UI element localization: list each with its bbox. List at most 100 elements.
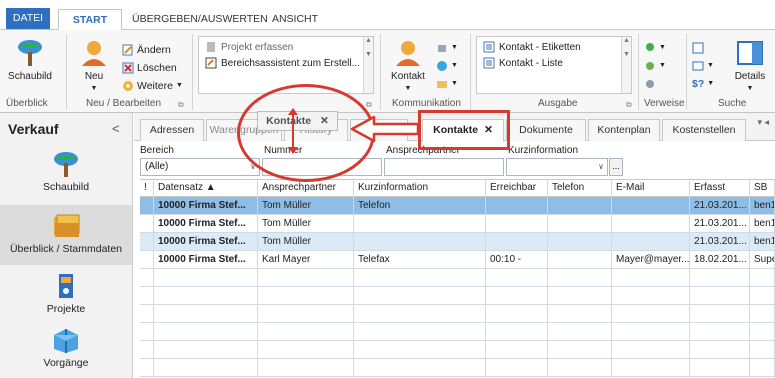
neu-person-icon (82, 41, 106, 66)
column-header-sb[interactable]: SB (750, 180, 775, 197)
sidebar-item-ueberblick-stammdaten[interactable]: Überblick / Stammdaten (0, 205, 132, 265)
gallery-scrollbar[interactable]: ▲ ▼ (363, 37, 373, 93)
column-header-erfasst[interactable]: Erfasst (690, 180, 750, 197)
tab-datei[interactable]: DATEI (6, 8, 50, 30)
neu-label: Neu (84, 71, 104, 82)
tab-uebergeben-auswerten[interactable]: ÜBERGEBEN/AUSWERTEN (132, 9, 268, 30)
schaubild-icon (54, 152, 78, 177)
ausgabe-item-etiketten[interactable]: Kontakt - Etiketten (483, 41, 581, 53)
dialog-launcher-icon[interactable]: ⧉ (626, 100, 632, 110)
cell-telefon (548, 215, 612, 233)
column-header-email[interactable]: E-Mail (612, 180, 690, 197)
schaubild-icon (18, 40, 42, 66)
cell-datensatz: 10000 Firma Stef... (154, 251, 258, 269)
sidebar-item-label: Schaubild (42, 181, 90, 193)
tree-icon (646, 43, 654, 51)
table-row[interactable]: 10000 Firma Stef... Tom Müller Telefon 2… (140, 197, 775, 215)
weitere-button[interactable]: Weitere ▼ (122, 78, 183, 94)
kommunikation-mail-button[interactable]: ▼ (436, 76, 458, 92)
cell-erfasst: 18.02.201... (690, 251, 750, 269)
details-label: Details (734, 71, 766, 82)
schnellwahl-item-label: Bereichsassistent zum Erstell... (221, 57, 360, 69)
suche-button-1[interactable] (692, 40, 704, 56)
table-row[interactable]: 10000 Firma Stef... Tom Müller 21.03.201… (140, 215, 775, 233)
schaubild-label: Schaubild (8, 71, 52, 82)
dropdown-arrow-icon: ▼ (659, 62, 666, 69)
link-icon (646, 62, 654, 70)
tab-adressen[interactable]: Adressen (140, 119, 204, 141)
cell-email (612, 197, 690, 215)
schnellwahl-item-bereichsassistent[interactable]: Bereichsassistent zum Erstell... (205, 57, 360, 69)
aendern-button[interactable]: Ändern (122, 42, 171, 58)
column-header-ansprechpartner[interactable]: Ansprechpartner (258, 180, 354, 197)
kommunikation-phone-button[interactable]: ▼ (436, 40, 458, 56)
cell-email (612, 215, 690, 233)
sidebar-item-schaubild[interactable]: Schaubild (0, 151, 132, 201)
bereich-select[interactable]: (Alle) ∨ (140, 158, 260, 176)
kommunikation-web-button[interactable]: ▼ (436, 58, 458, 74)
verweise-button-1[interactable]: ▼ (644, 40, 666, 56)
loeschen-button[interactable]: Löschen (122, 60, 177, 76)
kurzinformation-more-button[interactable]: ... (609, 158, 623, 176)
suche-button-2[interactable]: ▼ (692, 58, 714, 74)
sidebar-item-vorgaenge[interactable]: Vorgänge (0, 327, 132, 377)
cell-sb: Supe (750, 251, 775, 269)
cell-erreichbar: 00:10 - (486, 251, 548, 269)
verweise-button-2[interactable]: ▼ (644, 58, 666, 74)
group-label-ausgabe: Ausgabe (538, 98, 578, 109)
tab-overflow-icon[interactable]: ▾ ◂ (757, 117, 769, 128)
chevron-left-icon[interactable]: < (112, 121, 120, 136)
kontakt-button[interactable]: Kontakt ▼ (386, 38, 430, 93)
table-row[interactable]: 10000 Firma Stef... Karl Mayer Telefax 0… (140, 251, 775, 269)
empty-row (140, 359, 775, 377)
folder-stack-icon (54, 214, 80, 237)
dropdown-arrow-icon: ▼ (90, 85, 98, 92)
cell-email: Mayer@mayer... (612, 251, 690, 269)
kontakt-person-icon (396, 41, 420, 66)
cell-kurzinformation (354, 215, 486, 233)
column-header-kurzinformation[interactable]: Kurzinformation (354, 180, 486, 197)
gallery-scrollbar[interactable]: ▲ ▼ (621, 37, 631, 93)
cell-kurzinformation: Telefax (354, 251, 486, 269)
divider (380, 34, 381, 110)
cell-erreichbar (486, 233, 548, 251)
table-row[interactable]: 10000 Firma Stef... Tom Müller 21.03.201… (140, 233, 775, 251)
filter-label-bereich: Bereich (140, 145, 174, 156)
dialog-launcher-icon[interactable]: ⧉ (178, 100, 184, 110)
ansprechpartner-input[interactable] (384, 158, 504, 176)
divider (686, 34, 687, 110)
details-button[interactable]: Details ▼ (728, 38, 772, 93)
tab-start[interactable]: START (58, 9, 122, 30)
row-flag-cell (140, 215, 154, 233)
tab-ansicht[interactable]: ANSICHT (266, 9, 324, 30)
details-pane-icon (737, 41, 763, 65)
ausgabe-gallery[interactable]: Kontakt - Etiketten Kontakt - Liste ▲ ▼ (476, 36, 632, 94)
verweise-button-3[interactable] (644, 76, 656, 92)
projekt-icon (207, 42, 215, 52)
column-header-erreichbar[interactable]: Erreichbar (486, 180, 548, 197)
report-icon (483, 41, 495, 53)
tab-kontenplan[interactable]: Kontenplan (588, 119, 660, 141)
column-header-telefon[interactable]: Telefon (548, 180, 612, 197)
sidebar-title: Verkauf (8, 121, 59, 137)
tab-kostenstellen[interactable]: Kostenstellen (662, 119, 746, 141)
sidebar-item-label: Überblick / Stammdaten (9, 243, 123, 255)
kurzinformation-select[interactable]: ∨ (506, 158, 608, 176)
schaubild-button[interactable]: Schaubild (4, 38, 56, 82)
tab-dokumente[interactable]: Dokumente (506, 119, 586, 141)
dropdown-arrow-icon: ▼ (659, 44, 666, 51)
projekte-icon (59, 274, 73, 298)
suche-button-3[interactable]: $? ▼ (692, 76, 714, 92)
cell-kurzinformation: Telefon (354, 197, 486, 215)
neu-button[interactable]: Neu ▼ (72, 38, 116, 93)
group-label-verweise: Verweise (644, 98, 685, 109)
sidebar-item-projekte[interactable]: Projekte (0, 273, 132, 323)
column-header-flag[interactable]: ! (140, 180, 154, 197)
row-flag-cell (140, 251, 154, 269)
dropdown-arrow-icon: ▼ (707, 80, 715, 87)
cell-telefon (548, 251, 612, 269)
dialog-launcher-icon[interactable]: ⧉ (366, 100, 372, 110)
column-header-datensatz[interactable]: Datensatz ▲ (154, 180, 258, 197)
ausgabe-item-liste[interactable]: Kontakt - Liste (483, 57, 563, 69)
schnellwahl-item-projekt[interactable]: Projekt erfassen (205, 41, 293, 53)
